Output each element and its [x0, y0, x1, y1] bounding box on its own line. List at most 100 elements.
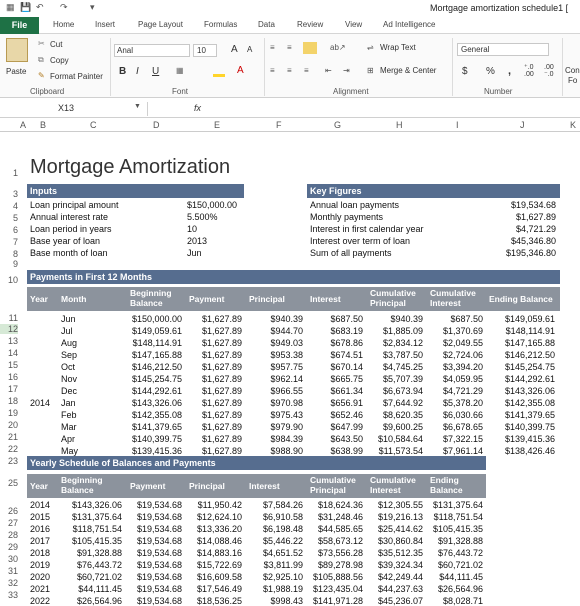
row-header[interactable]: 25	[0, 478, 18, 488]
fill-color-icon[interactable]	[213, 67, 225, 77]
increase-decimal-button[interactable]: ⁺.0 .00	[524, 64, 542, 78]
row-header[interactable]: 30	[0, 554, 18, 564]
row-header[interactable]: 4	[0, 201, 18, 211]
format-painter-button[interactable]: Format Painter	[50, 72, 103, 81]
tab-view[interactable]: View	[345, 20, 362, 29]
orientation-icon[interactable]: ab↗	[330, 43, 346, 52]
tab-home[interactable]: Home	[53, 20, 74, 29]
shrink-font-button[interactable]: A	[247, 45, 252, 54]
row-header[interactable]: 12	[0, 324, 18, 334]
column-header[interactable]: E	[214, 120, 220, 130]
row-header[interactable]: 29	[0, 542, 18, 552]
column-header[interactable]: C	[90, 120, 97, 130]
copy-button[interactable]: Copy	[50, 56, 69, 65]
align-left-icon[interactable]: ≡	[270, 66, 275, 75]
row-header[interactable]: 22	[0, 444, 18, 454]
formula-input[interactable]	[210, 102, 578, 116]
row-header[interactable]: 10	[0, 275, 18, 285]
row-header[interactable]: 19	[0, 408, 18, 418]
number-format-select[interactable]: General	[457, 43, 549, 56]
column-header[interactable]: H	[396, 120, 403, 130]
yearly-cell: $141,971.28	[312, 596, 363, 606]
row-header[interactable]: 1	[0, 168, 18, 178]
tab-file[interactable]: File	[0, 17, 39, 34]
wrap-text-icon[interactable]: ⇌	[367, 43, 374, 52]
worksheet[interactable]: Mortgage Amortization Inputs Key Figures…	[22, 132, 580, 606]
merge-center-button[interactable]: Merge & Center	[380, 66, 436, 75]
row-header[interactable]: 33	[0, 590, 18, 600]
tab-ad-intelligence[interactable]: Ad Intelligence	[383, 20, 435, 29]
row-header[interactable]: 23	[0, 456, 18, 466]
decrease-indent-icon[interactable]: ⇤	[325, 66, 332, 75]
copy-icon[interactable]: ⧉	[38, 55, 44, 65]
grow-font-button[interactable]: A	[231, 44, 238, 55]
format-label[interactable]: Fo	[568, 76, 577, 85]
row-header[interactable]: 14	[0, 348, 18, 358]
row-header[interactable]: 21	[0, 432, 18, 442]
customize-qa-icon[interactable]: ▾	[90, 2, 95, 13]
comma-button[interactable]: ,	[508, 65, 511, 77]
row-header[interactable]: 13	[0, 336, 18, 346]
bold-button[interactable]: B	[119, 66, 126, 77]
row-header[interactable]: 5	[0, 213, 18, 223]
column-header[interactable]: A	[20, 120, 26, 130]
borders-icon[interactable]: ▦	[176, 66, 184, 75]
fx-icon[interactable]: fx	[194, 103, 201, 113]
row-header[interactable]: 11	[0, 313, 18, 323]
row-header[interactable]: 18	[0, 396, 18, 406]
redo-icon[interactable]: ↷	[60, 2, 68, 13]
row-header[interactable]: 6	[0, 225, 18, 235]
decrease-decimal-button[interactable]: .00 ⁻.0	[544, 64, 562, 78]
row-header[interactable]: 28	[0, 530, 18, 540]
font-name-select[interactable]: Anal	[114, 44, 190, 57]
tab-data[interactable]: Data	[258, 20, 275, 29]
undo-icon[interactable]: ↶	[36, 2, 44, 13]
font-color-icon[interactable]: A	[237, 65, 244, 76]
row-header[interactable]: 7	[0, 237, 18, 247]
row-header[interactable]: 17	[0, 384, 18, 394]
name-box[interactable]: X13 ▼	[0, 102, 148, 116]
percent-button[interactable]: %	[486, 66, 495, 77]
tab-formulas[interactable]: Formulas	[204, 20, 237, 29]
align-bottom-icon[interactable]	[303, 42, 317, 54]
chevron-down-icon[interactable]: ▼	[134, 103, 141, 110]
row-header[interactable]: 15	[0, 360, 18, 370]
row-header[interactable]: 27	[0, 518, 18, 528]
paste-button[interactable]: Paste	[6, 67, 26, 76]
row-header[interactable]: 20	[0, 420, 18, 430]
conditional-format-button[interactable]: Con	[565, 66, 580, 75]
row-header[interactable]: 31	[0, 566, 18, 576]
paste-icon[interactable]	[6, 38, 28, 62]
column-header[interactable]: K	[570, 120, 576, 130]
underline-button[interactable]: U	[152, 66, 159, 77]
font-size-select[interactable]: 10	[193, 44, 217, 57]
merge-center-icon[interactable]: ⊞	[367, 66, 374, 75]
row-header[interactable]: 3	[0, 189, 18, 199]
currency-button[interactable]: $	[462, 66, 468, 77]
tab-page-layout[interactable]: Page Layout	[138, 20, 183, 29]
column-header[interactable]: G	[334, 120, 341, 130]
column-header[interactable]: I	[456, 120, 459, 130]
wrap-text-button[interactable]: Wrap Text	[380, 43, 416, 52]
tab-review[interactable]: Review	[297, 20, 323, 29]
row-header[interactable]: 32	[0, 578, 18, 588]
align-center-icon[interactable]: ≡	[287, 66, 292, 75]
cut-button[interactable]: Cut	[50, 40, 62, 49]
format-painter-icon[interactable]: ✎	[38, 71, 45, 80]
increase-indent-icon[interactable]: ⇥	[343, 66, 350, 75]
align-top-icon[interactable]: ≡	[270, 43, 275, 52]
row-header[interactable]: 8	[0, 249, 18, 259]
column-header[interactable]: J	[520, 120, 525, 130]
align-right-icon[interactable]: ≡	[304, 66, 309, 75]
cut-icon[interactable]: ✂	[38, 39, 45, 48]
row-header[interactable]: 9	[0, 259, 18, 269]
italic-button[interactable]: I	[136, 66, 139, 77]
align-middle-icon[interactable]: ≡	[287, 43, 292, 52]
save-icon[interactable]: 💾	[20, 2, 31, 13]
row-header[interactable]: 16	[0, 372, 18, 382]
row-header[interactable]: 26	[0, 506, 18, 516]
column-header[interactable]: D	[153, 120, 160, 130]
tab-insert[interactable]: Insert	[95, 20, 115, 29]
column-header[interactable]: F	[276, 120, 282, 130]
column-header[interactable]: B	[40, 120, 46, 130]
